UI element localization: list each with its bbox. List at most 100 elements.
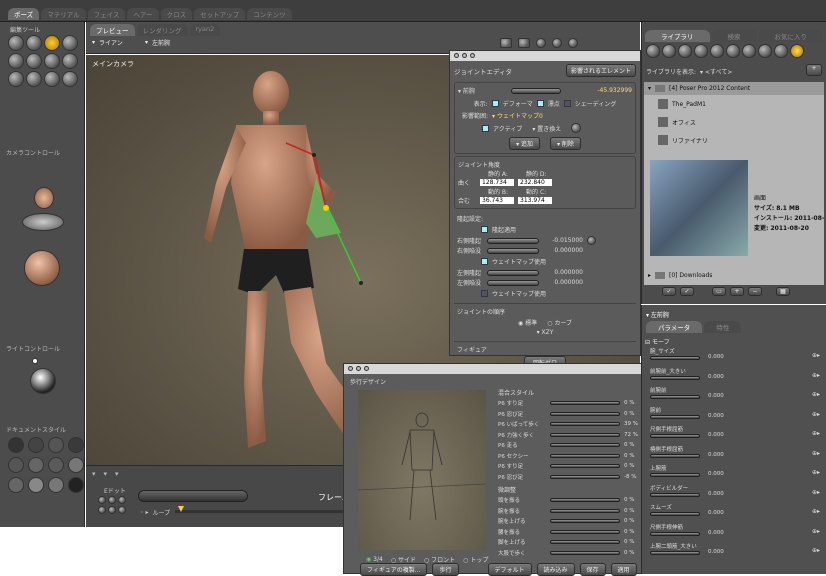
- point-checkbox[interactable]: [536, 100, 544, 107]
- close-window-icon[interactable]: [348, 366, 353, 371]
- bulge-apply-checkbox[interactable]: [481, 226, 488, 233]
- morphing-tool-icon[interactable]: [44, 71, 60, 87]
- parameter-dial[interactable]: [650, 531, 700, 536]
- smooth-lined-style-icon[interactable]: [48, 477, 64, 493]
- default-button[interactable]: デフォルト: [487, 563, 532, 576]
- order-curve-radio[interactable]: ○ カーブ: [547, 318, 572, 327]
- walk-preview[interactable]: [357, 390, 487, 550]
- apply-add-icon[interactable]: ✓: [680, 287, 694, 296]
- camera-body-icon[interactable]: [22, 213, 64, 231]
- affected-elements-button[interactable]: 影響されるエレメント: [565, 64, 636, 77]
- part-selector[interactable]: ▾ 左前腕: [145, 38, 170, 47]
- minimize-window-icon[interactable]: [356, 366, 361, 371]
- library-root-row[interactable]: ▾ [4] Poser Pro 2012 Content: [644, 82, 824, 95]
- walk-slider[interactable]: [550, 498, 620, 503]
- parameter-key-icon[interactable]: ⊕▸: [812, 450, 820, 457]
- save-to-library-icon[interactable]: ▭: [712, 287, 726, 296]
- lights-category-icon[interactable]: [742, 44, 756, 58]
- grouping-tool-icon[interactable]: [8, 71, 24, 87]
- parameters-tab[interactable]: パラメータ: [646, 321, 703, 333]
- light-indicator-icon[interactable]: [32, 358, 38, 364]
- lit-wireframe-style-icon[interactable]: [8, 457, 24, 473]
- library-show-menu[interactable]: ▾ <すべて>: [700, 67, 732, 76]
- morph-section[interactable]: ⊟ モーフ: [645, 337, 670, 346]
- active-checkbox[interactable]: [482, 124, 489, 132]
- right-wm-checkbox[interactable]: [481, 258, 488, 265]
- library-item[interactable]: The_PadM1: [644, 95, 824, 113]
- add-to-library-icon[interactable]: +: [730, 287, 744, 296]
- influence-menu[interactable]: ▾ ウェイトマップ0: [492, 111, 543, 120]
- direct-manipulation-icon[interactable]: [62, 71, 78, 87]
- room-tab[interactable]: ヘアー: [127, 8, 159, 20]
- library-item[interactable]: オフィス: [644, 113, 824, 131]
- shading-checkbox[interactable]: [563, 100, 571, 107]
- save-button[interactable]: 保存: [579, 563, 606, 576]
- parameter-key-icon[interactable]: ⊕▸: [812, 489, 820, 496]
- camera-control[interactable]: [12, 165, 74, 290]
- materials-category-icon[interactable]: [774, 44, 788, 58]
- load-button[interactable]: 読み込み: [536, 563, 575, 576]
- apply-button[interactable]: 適用: [610, 563, 637, 576]
- hidden-line-style-icon[interactable]: [68, 437, 84, 453]
- key-button[interactable]: [108, 496, 116, 504]
- key-button[interactable]: [108, 506, 116, 514]
- parameter-dial[interactable]: [650, 375, 700, 380]
- expression-category-icon[interactable]: [678, 44, 692, 58]
- twist-dial[interactable]: [511, 87, 562, 94]
- outline-style-icon[interactable]: [28, 437, 44, 453]
- key-button[interactable]: [98, 506, 106, 514]
- parameter-dial[interactable]: [650, 473, 700, 477]
- color-tool-icon[interactable]: [62, 53, 78, 69]
- scale-tool-icon[interactable]: [8, 53, 24, 69]
- view-34-radio[interactable]: ◉ 3/4: [366, 556, 383, 563]
- parameter-dial[interactable]: [650, 414, 700, 419]
- room-tab[interactable]: ポーズ: [8, 8, 40, 20]
- view-magnifier-icon[interactable]: [26, 71, 42, 87]
- room-tab[interactable]: フェイス: [87, 8, 126, 20]
- taper-tool-icon[interactable]: [26, 53, 42, 69]
- add-button[interactable]: ▾ 追加: [509, 137, 540, 150]
- right-bulge-dial[interactable]: [487, 237, 539, 244]
- parameter-dial[interactable]: [650, 434, 700, 438]
- order-menu[interactable]: ▾ XZY: [457, 329, 633, 336]
- rotate-tool-icon[interactable]: [8, 35, 24, 51]
- parameter-key-icon[interactable]: ⊕▸: [812, 508, 820, 515]
- walk-slider[interactable]: [550, 540, 620, 545]
- right-dent-dial[interactable]: [487, 247, 539, 254]
- translate-tool-icon[interactable]: [44, 35, 60, 51]
- viewport-tab[interactable]: プレビュー: [90, 24, 135, 36]
- cartoon-style-icon[interactable]: [68, 457, 84, 473]
- translate-in-out-tool-icon[interactable]: [62, 35, 78, 51]
- replace-menu[interactable]: ▾ 置き換え: [532, 124, 561, 133]
- silhouette-style-icon[interactable]: [8, 437, 24, 453]
- flat-lined-style-icon[interactable]: [48, 457, 64, 473]
- walk-slider[interactable]: [550, 508, 620, 513]
- camera-face-icon[interactable]: [34, 187, 54, 209]
- hands-category-icon[interactable]: [710, 44, 724, 58]
- key-button[interactable]: [98, 496, 106, 504]
- walk-slider[interactable]: [550, 411, 620, 416]
- props-category-icon[interactable]: [726, 44, 740, 58]
- texture-shaded-style-icon[interactable]: [68, 477, 84, 493]
- cartoon-line-style-icon[interactable]: [8, 477, 24, 493]
- walk-slider[interactable]: [550, 529, 620, 534]
- right-bulge-link-icon[interactable]: [587, 236, 596, 245]
- walk-button[interactable]: 歩行: [432, 563, 459, 576]
- room-tab[interactable]: コンテンツ: [247, 8, 292, 20]
- deformer-checkbox[interactable]: [491, 100, 499, 107]
- parameter-dial[interactable]: [650, 395, 700, 399]
- left-bulge-dial[interactable]: [487, 269, 539, 276]
- outer-a-field[interactable]: 128.734: [480, 179, 514, 186]
- parameters-tab[interactable]: 特性: [704, 321, 742, 333]
- room-tab[interactable]: マテリアル: [41, 8, 86, 20]
- left-wm-checkbox[interactable]: [481, 290, 488, 297]
- downloads-row[interactable]: ▸ [0] Downloads: [644, 270, 716, 281]
- timeline-playhead[interactable]: [178, 506, 184, 512]
- outer-b-field[interactable]: 232.840: [518, 179, 552, 186]
- playback-controls[interactable]: [138, 490, 248, 502]
- viewport-tab[interactable]: ryan2: [189, 24, 221, 36]
- camera-select-icon[interactable]: [500, 38, 512, 48]
- viewport-tab[interactable]: レンダリング: [136, 24, 188, 36]
- parameter-dial[interactable]: [650, 551, 700, 555]
- parameter-dial[interactable]: [650, 492, 700, 497]
